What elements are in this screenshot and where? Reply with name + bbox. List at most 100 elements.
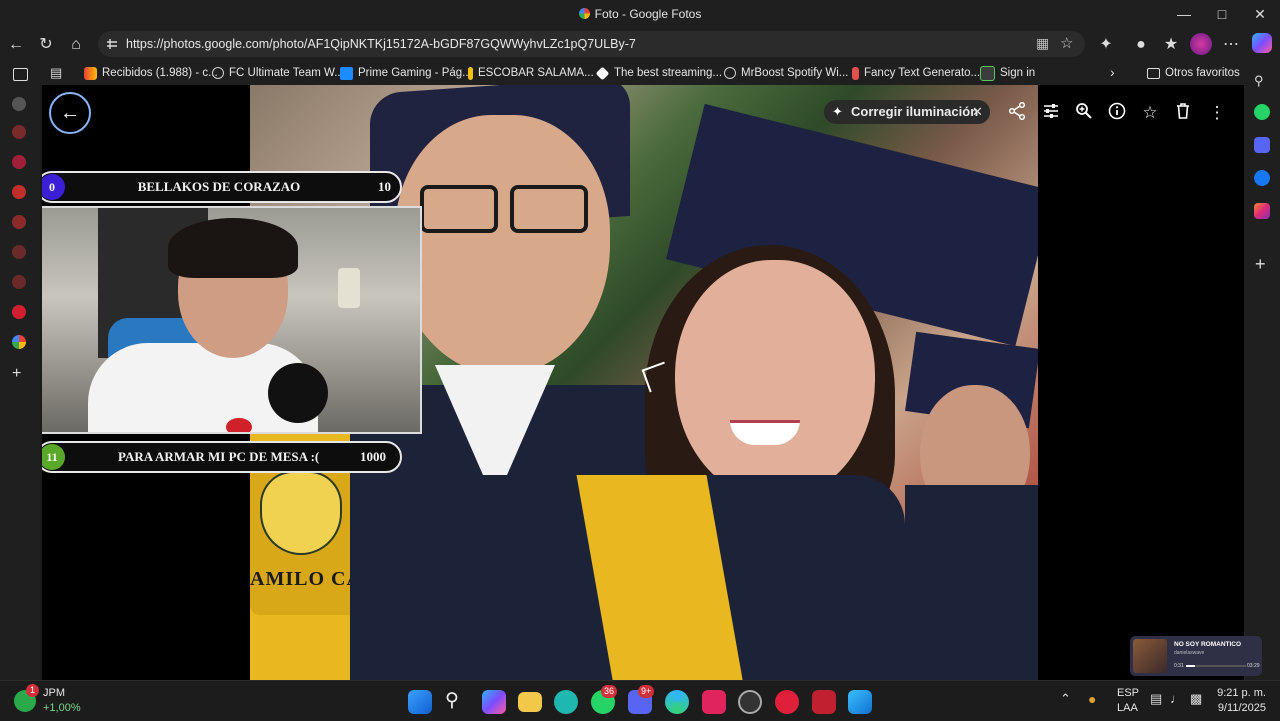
info-icon[interactable]	[1106, 102, 1128, 124]
media-player-icon[interactable]	[775, 690, 799, 714]
more-icon[interactable]: ⋮	[1206, 102, 1228, 124]
network-icon[interactable]: ▤	[1150, 691, 1162, 707]
address-bar[interactable]: https://photos.google.com/photo/AF1QipNK…	[98, 31, 1085, 57]
tab-icon[interactable]	[12, 275, 26, 289]
goal-bottom-target: 1000	[360, 449, 386, 464]
bookmark-fancy-text[interactable]: Fancy Text Generato...	[852, 64, 980, 82]
favorites-icon[interactable]: ★	[1160, 34, 1182, 56]
share-icon[interactable]	[1006, 101, 1028, 124]
goal-top-target: 10	[378, 179, 391, 194]
bookmark-escobar[interactable]: ESCOBAR SALAMA...	[468, 64, 594, 82]
edit-adjust-icon[interactable]	[1040, 102, 1062, 124]
tab-actions-icon[interactable]: ▤	[50, 65, 62, 81]
music-mini-player[interactable]: NO SOY ROMANTICO danielaswave 0:31 03:29	[1130, 636, 1262, 676]
stock-badge: 1	[26, 684, 39, 697]
extensions-icon[interactable]: ✦	[1095, 34, 1117, 56]
edge-dev-icon[interactable]	[554, 690, 578, 714]
tab-icon[interactable]	[12, 245, 26, 259]
tab-icon[interactable]	[12, 215, 26, 229]
keyboard-layout[interactable]: LAA	[1117, 702, 1138, 714]
search-icon[interactable]: ⚲	[445, 689, 459, 712]
back-arrow-icon[interactable]: ←	[49, 92, 91, 134]
tf-app-icon[interactable]	[812, 690, 836, 714]
other-favorites[interactable]: Otros favoritos	[1147, 64, 1240, 82]
back-icon[interactable]: ←	[5, 34, 27, 56]
stock-name: JPM	[43, 687, 65, 699]
stock-widget-icon[interactable]: 1	[14, 684, 39, 712]
tab-icon[interactable]	[12, 155, 26, 169]
webcam-feed	[42, 206, 422, 434]
url-text: https://photos.google.com/photo/AF1QipNK…	[126, 37, 636, 51]
whatsapp-taskbar-icon[interactable]: 36	[591, 685, 618, 714]
close-suggestion-icon[interactable]: ✕	[972, 104, 983, 120]
glasses-left	[420, 185, 498, 233]
diamond-icon	[595, 66, 610, 80]
photos-app-icon[interactable]	[848, 690, 872, 714]
home-icon[interactable]: ⌂	[65, 34, 87, 56]
streamer-hair	[168, 218, 298, 278]
tab-icon[interactable]	[12, 185, 26, 199]
app-available-icon[interactable]: ▦	[1036, 35, 1049, 52]
discord-taskbar-icon[interactable]: 9+	[628, 685, 655, 714]
bookmark-fc-ultimate[interactable]: FC Ultimate Team W...	[212, 64, 344, 82]
input-language[interactable]: ESP	[1117, 687, 1139, 699]
window-title: Foto - Google Fotos	[0, 7, 1280, 21]
goal-bottom-number: 11	[42, 444, 65, 470]
google-photos-tab-icon[interactable]	[12, 335, 26, 349]
folder-icon	[1147, 67, 1160, 79]
volume-icon[interactable]: ♩	[1170, 691, 1183, 706]
microphone-icon[interactable]: ●	[1088, 691, 1096, 707]
copilot-taskbar-icon[interactable]	[482, 690, 506, 714]
tab-icon[interactable]	[12, 125, 26, 139]
site-info-icon[interactable]	[106, 38, 118, 50]
red-marker	[226, 418, 252, 432]
bookmark-prime-gaming[interactable]: Prime Gaming - Pág...	[340, 64, 472, 82]
close-window-button[interactable]: ✕	[1242, 4, 1278, 24]
file-explorer-icon[interactable]	[518, 692, 542, 712]
bookmark-gmail[interactable]: Recibidos (1.988) - c...	[84, 64, 218, 82]
trash-icon[interactable]	[1172, 102, 1194, 124]
ad-blocker-icon[interactable]: ●	[1130, 34, 1152, 56]
track-progress[interactable]	[1186, 665, 1246, 667]
gmail-icon	[84, 66, 97, 80]
bookmark-mrboost[interactable]: MrBoost Spotify Wi...	[724, 64, 848, 82]
bookmark-sign-in[interactable]: Sign in	[980, 64, 1035, 82]
track-title: NO SOY ROMANTICO	[1174, 641, 1242, 648]
globe-icon	[724, 67, 736, 79]
globe-icon	[212, 67, 224, 79]
discord-sidebar-icon[interactable]	[1254, 137, 1270, 153]
address-row: ← ↻ ⌂ https://photos.google.com/photo/AF…	[0, 28, 1280, 60]
clock-date[interactable]: 9/11/2025	[1210, 702, 1266, 714]
minimize-button[interactable]: —	[1166, 4, 1202, 24]
tab-panel-icon[interactable]	[13, 68, 28, 81]
windows-start-icon[interactable]	[408, 690, 432, 714]
tiktok-icon[interactable]	[702, 690, 726, 714]
new-tab-icon[interactable]: +	[12, 365, 21, 383]
maximize-button[interactable]: □	[1204, 4, 1240, 24]
whatsapp-sidebar-icon[interactable]	[1254, 104, 1270, 120]
fix-lighting-button[interactable]: ✦ Corregir iluminación ✕	[824, 100, 990, 124]
more-options-icon[interactable]: ⋯	[1220, 34, 1242, 56]
youtube-tab-icon[interactable]	[12, 305, 26, 319]
refresh-icon[interactable]: ↻	[35, 34, 57, 56]
obs-icon[interactable]	[738, 690, 762, 714]
student-face	[395, 115, 610, 375]
tab-icon[interactable]	[12, 97, 26, 111]
chevron-up-icon[interactable]: ⌃	[1060, 691, 1071, 707]
favorite-star-icon[interactable]: ☆	[1060, 34, 1073, 52]
edge-taskbar-icon[interactable]	[665, 690, 689, 714]
copilot-icon[interactable]	[1252, 33, 1272, 53]
profile-avatar[interactable]	[1190, 33, 1212, 55]
star-icon[interactable]: ☆	[1139, 102, 1161, 124]
search-sidebar-icon[interactable]: ⚲	[1254, 73, 1264, 89]
instagram-sidebar-icon[interactable]	[1254, 203, 1270, 219]
facebook-sidebar-icon[interactable]	[1254, 170, 1270, 186]
add-sidebar-icon[interactable]: +	[1255, 254, 1266, 275]
chevron-right-icon[interactable]: ›	[1110, 64, 1115, 80]
battery-icon[interactable]: ▩	[1190, 691, 1202, 707]
zoom-icon[interactable]	[1073, 102, 1095, 124]
clock-time[interactable]: 9:21 p. m.	[1216, 687, 1266, 699]
escobar-icon	[468, 66, 473, 80]
title-bar: Foto - Google Fotos — □ ✕	[0, 0, 1280, 28]
bookmark-streaming[interactable]: The best streaming...	[595, 64, 722, 82]
